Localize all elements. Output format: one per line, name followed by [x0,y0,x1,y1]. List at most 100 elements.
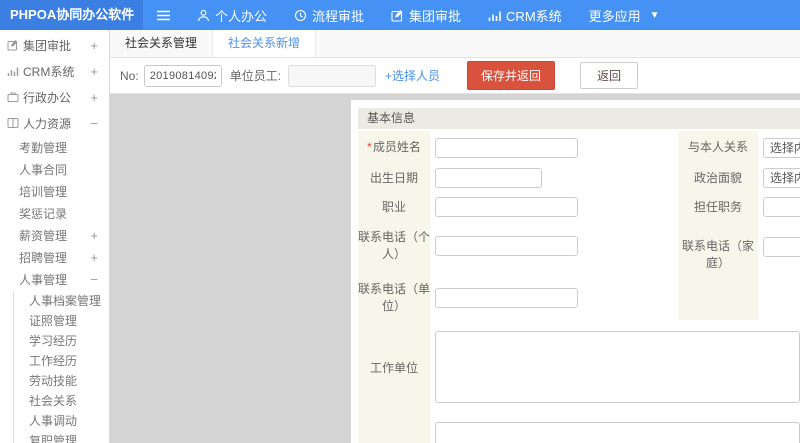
approval-edit-icon [7,39,19,51]
field-label: 职业 [358,192,430,222]
field-label: 与本人关系 [678,131,758,164]
sidebar-item-rewards[interactable]: 奖惩记录 [0,202,109,224]
employee-label: 单位员工: [229,69,282,83]
process-icon [294,9,307,21]
political-status-select[interactable]: 选择内容 [763,168,800,188]
field-label: 联系电话（单位） [358,269,430,327]
field-label: 联系电话（个人） [358,222,430,269]
sidebar-item-label: 招聘管理 [19,250,68,265]
phone-work-input[interactable] [435,288,578,308]
sidebar-item-human-resources[interactable]: 人力资源 − [0,110,109,136]
nav-personal-office[interactable]: 个人办公 [197,6,267,25]
sidebar-item-label: 薪资管理 [19,228,68,243]
back-button[interactable]: 返回 [580,62,639,89]
sidebar-item-certificates[interactable]: 证照管理 [14,310,109,330]
sidebar-item-label: 人事合同 [19,162,68,177]
expand-plus-icon[interactable]: + [90,90,98,105]
nav-more-apps[interactable]: 更多应用 ▼ [589,6,660,25]
nav-label: 集团审批 [409,8,462,24]
section-title: 基本信息 [358,108,800,129]
employee-input[interactable] [288,64,377,87]
sidebar-item-personnel-files[interactable]: 人事档案管理 [14,290,109,310]
sidebar-item-group-approval[interactable]: 集团审批 + [0,32,109,58]
form-row-birth-date: 出生日期 [358,164,678,192]
sidebar-item-labor-skills[interactable]: 劳动技能 [14,370,109,390]
work-unit-textarea[interactable] [435,331,800,403]
sidebar-item-label: 考勤管理 [19,140,68,155]
phone-personal-input[interactable] [435,235,578,256]
nav-label: 流程审批 [312,8,365,24]
bar-chart-icon [7,65,19,77]
sidebar-item-crm-system[interactable]: CRM系统 + [0,58,109,84]
sidebar-item-work-history[interactable]: 工作经历 [14,350,109,370]
sidebar-item-label: 人事档案管理 [29,293,102,308]
app-logo: PHPOA协同办公软件 [0,0,143,30]
form-row-member-name: *成员姓名 [358,131,678,164]
sidebar-item-label: 人事调动 [29,413,78,428]
sidebar-item-hr-contract[interactable]: 人事合同 [0,158,109,180]
relation-select[interactable]: 选择内容 [763,137,800,158]
nav-label: 更多应用 [588,8,641,24]
expand-plus-icon[interactable]: + [90,64,98,79]
bar-chart-icon [488,11,501,21]
expand-minus-icon[interactable]: − [90,116,98,131]
tab-bar: 社会关系管理 社会关系新增 [110,30,800,58]
sidebar-item-label: 工作经历 [29,353,78,368]
tab-social-relations-mgmt[interactable]: 社会关系管理 [110,30,214,57]
form-row-occupation: 职业 [358,192,678,222]
sidebar-item-reinstatement[interactable]: 复职管理 [14,430,109,443]
sidebar-item-social-relations[interactable]: 社会关系 [14,390,109,410]
hamburger-icon [157,10,170,20]
nav-crm-system[interactable]: CRM系统 [488,6,562,25]
sidebar-item-salary[interactable]: 薪资管理 + [0,224,109,246]
sidebar-item-personnel-mgmt[interactable]: 人事管理 − [0,268,109,290]
sidebar-item-label: 学习经历 [29,333,78,348]
birth-date-input[interactable] [435,168,542,188]
field-label [358,409,430,443]
form-row-phone-work: 联系电话（单位） [358,269,678,327]
hamburger-menu-button[interactable] [156,9,171,22]
sidebar-item-label: CRM系统 [23,64,75,79]
sidebar-item-recruiting[interactable]: 招聘管理 + [0,246,109,268]
field-label-text: 联系电话（个人） [358,229,431,261]
tab-social-relations-new[interactable]: 社会关系新增 [213,30,317,57]
form-row-political-status: 政治面貌 选择内容 [678,164,800,192]
phone-family-input[interactable] [763,237,800,257]
position-input[interactable] [763,197,800,217]
expand-plus-icon[interactable]: + [90,228,98,243]
sidebar-item-label: 奖惩记录 [19,206,68,221]
sidebar-item-personnel-transfer[interactable]: 人事调动 [14,410,109,430]
user-icon [197,9,210,21]
occupation-input[interactable] [435,197,578,217]
required-asterisk: * [367,140,372,154]
sidebar-item-attendance[interactable]: 考勤管理 [0,136,109,158]
expand-minus-icon[interactable]: − [90,272,98,287]
sidebar-item-admin-office[interactable]: 行政办公 + [0,84,109,110]
top-navigation: 个人办公 流程审批 集团审批 CRM系统 更多应用 ▼ [197,6,660,25]
personnel-submenu: 人事档案管理 证照管理 学习经历 工作经历 劳动技能 社会关系 人事调动 复职管… [13,290,109,443]
field-label-text: 出生日期 [369,170,418,185]
no-input[interactable] [143,64,222,87]
nav-process-approval[interactable]: 流程审批 [294,6,364,25]
member-name-input[interactable] [435,137,578,158]
sidebar-item-training[interactable]: 培训管理 [0,180,109,202]
nav-group-approval[interactable]: 集团审批 [391,6,461,25]
extra-textarea[interactable] [435,422,800,443]
select-person-link[interactable]: +选择人员 [385,67,440,84]
field-label-text: 联系电话（单位） [358,282,431,313]
caret-down-icon: ▼ [649,9,660,21]
sidebar-item-education-history[interactable]: 学习经历 [14,330,109,350]
form-row-position: 担任职务 [678,192,800,222]
field-label: 出生日期 [358,164,430,192]
field-label-text: 工作单位 [369,360,418,375]
field-label: *成员姓名 [358,131,430,164]
save-and-return-button[interactable]: 保存并返回 [467,61,556,90]
form-toolbar: No: 单位员工: +选择人员 保存并返回 返回 [110,58,800,94]
expand-plus-icon[interactable]: + [90,250,98,265]
form-row-work-unit: 工作单位 [358,327,800,409]
field-label: 工作单位 [358,327,430,409]
nav-label: CRM系统 [506,8,562,24]
field-label: 联系电话（家庭） [678,222,758,320]
expand-plus-icon[interactable]: + [90,38,98,53]
field-label: 政治面貌 [678,164,758,192]
